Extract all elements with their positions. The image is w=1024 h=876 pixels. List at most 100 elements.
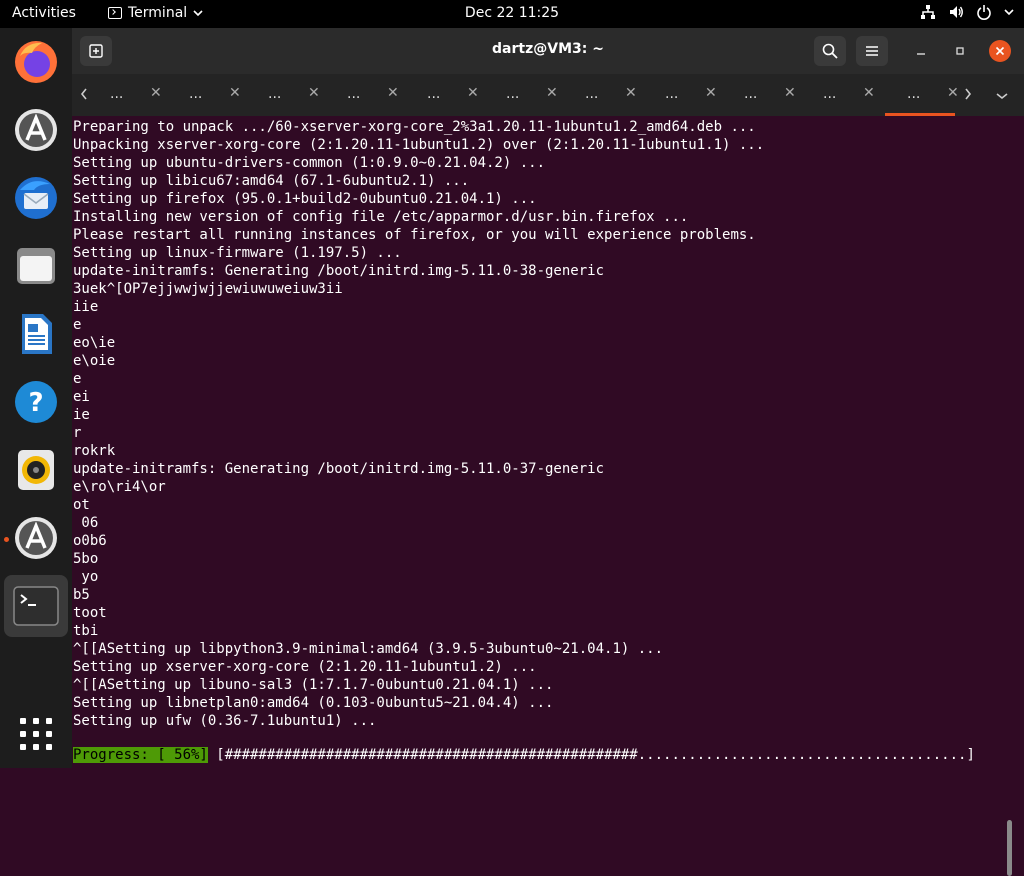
app-menu[interactable]: Terminal — [108, 5, 203, 21]
terminal-line: Setting up firefox (95.0.1+build2-0ubunt… — [73, 191, 537, 207]
terminal-line: b5 — [73, 587, 90, 603]
menu-button[interactable] — [856, 36, 888, 66]
terminal-line: ^[[ASetting up libuno-sal3 (1:7.1.7-0ubu… — [73, 677, 554, 693]
terminal-line: Unpacking xserver-xorg-core (2:1.20.11-1… — [73, 137, 765, 153]
close-window-button[interactable] — [989, 40, 1011, 62]
tab-6[interactable]: ... ✕ — [484, 74, 562, 116]
terminal-line: ei — [73, 389, 90, 405]
terminal-line: Installing new version of config file /e… — [73, 209, 689, 225]
chevron-down-icon — [1004, 9, 1014, 16]
tab-label: ... — [907, 86, 921, 102]
window-header: dartz@VM3: ~ — [72, 28, 1024, 74]
tab-close-icon[interactable]: ✕ — [229, 85, 241, 101]
terminal-line: toot — [73, 605, 107, 621]
scroll-tabs-left-icon[interactable] — [80, 85, 88, 104]
tab-label: ... — [268, 86, 282, 102]
search-button[interactable] — [814, 36, 846, 66]
tab-5[interactable]: ... ✕ — [405, 74, 483, 116]
terminal-line: Setting up xserver-xorg-core (2:1.20.11-… — [73, 659, 537, 675]
software-updater-icon — [15, 517, 57, 559]
grid-icon — [20, 718, 52, 750]
terminal-line: e — [73, 317, 82, 333]
new-tab-icon — [89, 44, 103, 58]
window-title: dartz@VM3: ~ — [492, 41, 604, 57]
volume-icon[interactable] — [948, 4, 964, 20]
tab-8[interactable]: ... ✕ — [643, 74, 721, 116]
tab-close-icon[interactable]: ✕ — [467, 85, 479, 101]
network-icon[interactable] — [920, 4, 936, 20]
top-bar: Activities Terminal Dec 22 11:25 — [0, 0, 1024, 28]
tab-close-icon[interactable]: ✕ — [150, 85, 162, 101]
progress-bar: [#######################################… — [207, 747, 975, 763]
dock-item-rhythmbox[interactable] — [10, 444, 62, 496]
dock-item-firefox[interactable] — [10, 36, 62, 88]
terminal-line: 3uek^[OP7ejjwwjwjjewiuwuweiuw3ii — [73, 281, 343, 297]
activities-button[interactable]: Activities — [12, 5, 76, 21]
terminal-line: o0b6 — [73, 533, 107, 549]
tab-close-icon[interactable]: ✕ — [387, 85, 399, 101]
clock[interactable]: Dec 22 11:25 — [465, 5, 559, 21]
terminal-line: update-initramfs: Generating /boot/initr… — [73, 263, 605, 279]
terminal-line: 5bo — [73, 551, 99, 567]
tab-close-icon[interactable]: ✕ — [546, 85, 558, 101]
dock-item-thunderbird[interactable] — [10, 172, 62, 224]
terminal-output[interactable]: Preparing to unpack .../60-xserver-xorg-… — [72, 116, 1014, 876]
tab-2[interactable]: ... ✕ — [167, 74, 245, 116]
svg-text:?: ? — [28, 388, 43, 418]
tab-close-icon[interactable]: ✕ — [705, 85, 717, 101]
search-icon — [822, 43, 838, 59]
system-tray[interactable] — [920, 4, 1014, 20]
new-tab-button[interactable] — [80, 36, 112, 66]
tab-9[interactable]: ... ✕ — [722, 74, 800, 116]
tab-close-icon[interactable]: ✕ — [863, 85, 875, 101]
dock: ? — [0, 28, 72, 768]
minimize-button[interactable] — [910, 40, 932, 62]
tab-1[interactable]: ... ✕ — [88, 74, 166, 116]
tab-label: ... — [427, 86, 441, 102]
files-icon — [17, 248, 55, 284]
show-applications-button[interactable] — [10, 708, 62, 760]
tab-11-active[interactable]: ... ✕ — [885, 74, 963, 116]
maximize-button[interactable] — [949, 40, 971, 62]
terminal-line: rokrk — [73, 443, 116, 459]
tab-10[interactable]: ... ✕ — [801, 74, 879, 116]
terminal-icon — [108, 7, 122, 19]
tab-close-icon[interactable]: ✕ — [308, 85, 320, 101]
progress-label: Progress: [ 56%] — [73, 747, 208, 763]
dock-item-software-updater[interactable] — [10, 104, 62, 156]
dock-item-software-updater-running[interactable] — [10, 512, 62, 564]
dock-item-help[interactable]: ? — [10, 376, 62, 428]
help-icon: ? — [15, 381, 57, 423]
tab-list-dropdown-icon[interactable] — [996, 85, 1008, 104]
terminal-app-icon — [13, 586, 59, 626]
terminal-line: r — [73, 425, 82, 441]
maximize-icon — [956, 47, 964, 55]
terminal-line: ot — [73, 497, 90, 513]
terminal-line: eo\ie — [73, 335, 116, 351]
scroll-tabs-right-icon[interactable] — [964, 85, 972, 104]
power-icon[interactable] — [976, 4, 992, 20]
terminal-line: Setting up libicu67:amd64 (67.1-6ubuntu2… — [73, 173, 470, 189]
tab-close-icon[interactable]: ✕ — [947, 85, 959, 101]
thunderbird-icon — [15, 177, 57, 219]
scrollbar[interactable] — [1007, 820, 1012, 876]
rhythmbox-icon — [18, 450, 54, 490]
terminal-line: Setting up ufw (0.36-7.1ubuntu1) ... — [73, 713, 377, 729]
dock-item-files[interactable] — [10, 240, 62, 292]
terminal-line: e\ro\ri4\or — [73, 479, 166, 495]
tab-label: ... — [744, 86, 758, 102]
dock-item-libreoffice-writer[interactable] — [10, 308, 62, 360]
terminal-line: Setting up ubuntu-drivers-common (1:0.9.… — [73, 155, 546, 171]
hamburger-menu-icon — [866, 46, 878, 56]
tab-4[interactable]: ... ✕ — [325, 74, 403, 116]
dock-item-terminal[interactable] — [4, 575, 68, 637]
tab-7[interactable]: ... ✕ — [563, 74, 641, 116]
tab-3[interactable]: ... ✕ — [246, 74, 324, 116]
terminal-line: 06 — [73, 515, 99, 531]
terminal-line: ^[[ASetting up libpython3.9-minimal:amd6… — [73, 641, 664, 657]
tab-bar: ... ✕ ... ✕ ... ✕ ... ✕ ... ✕ ... ✕ ... … — [72, 74, 1024, 116]
tab-close-icon[interactable]: ✕ — [625, 85, 637, 101]
app-name: Terminal — [128, 5, 188, 21]
tab-close-icon[interactable]: ✕ — [784, 85, 796, 101]
terminal-line: Please restart all running instances of … — [73, 227, 756, 243]
